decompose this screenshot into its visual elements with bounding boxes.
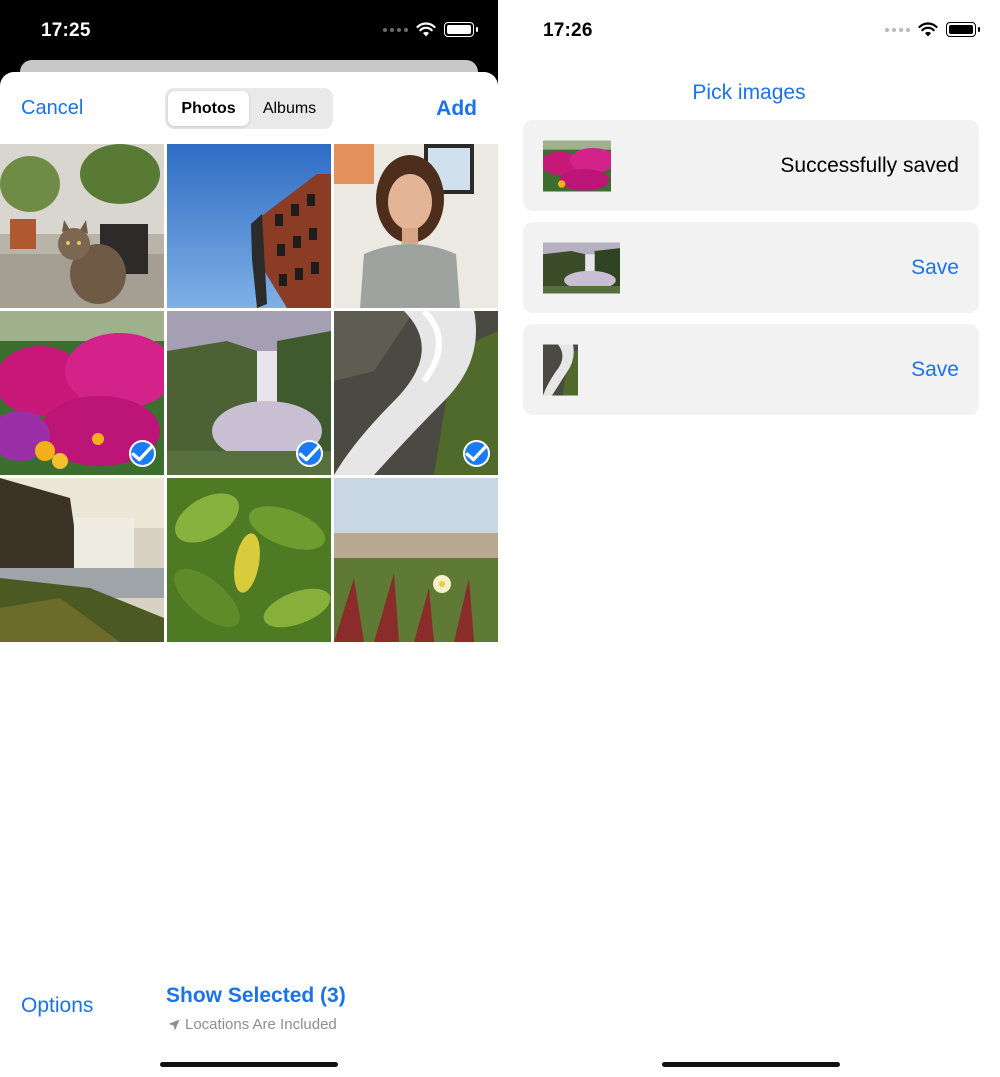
save-button[interactable]: Save	[911, 256, 959, 280]
pick-images-button[interactable]: Pick images	[498, 81, 1000, 105]
home-indicator	[160, 1062, 338, 1067]
results-screen: 17:26 Pick images Successfully saved Sav…	[498, 0, 1000, 1077]
options-button[interactable]: Options	[21, 994, 93, 1018]
location-note: Locations Are Included	[168, 1016, 337, 1033]
location-arrow-icon	[168, 1019, 180, 1030]
photo-grid	[0, 144, 498, 642]
battery-icon	[444, 22, 478, 37]
status-icons	[885, 22, 980, 37]
checkmark-icon	[129, 440, 156, 467]
saved-image-row: Successfully saved	[523, 120, 979, 211]
photo-cell-waterfall-cliff[interactable]	[0, 478, 164, 642]
cancel-button[interactable]: Cancel	[21, 97, 83, 120]
photo-cell-waterfall-valley[interactable]	[167, 311, 331, 475]
signal-dots-icon	[885, 27, 910, 32]
saved-image-row: Save	[523, 222, 979, 313]
home-indicator	[662, 1062, 840, 1067]
tab-photos[interactable]: Photos	[168, 91, 249, 126]
status-time: 17:26	[543, 20, 593, 41]
photo-picker-screen: 17:25 Cancel Photos Albums Add Options S…	[0, 0, 498, 1077]
photo-cell-flowers[interactable]	[0, 311, 164, 475]
checkmark-icon	[296, 440, 323, 467]
saved-image-row: Save	[523, 324, 979, 415]
photos-albums-segmented-control: Photos Albums	[165, 88, 333, 129]
photo-cell-woman[interactable]	[334, 144, 498, 308]
row-thumbnail	[543, 344, 578, 395]
row-status-text: Successfully saved	[780, 153, 959, 177]
show-selected-button[interactable]: Show Selected (3)	[166, 984, 346, 1008]
signal-dots-icon	[383, 27, 408, 32]
battery-icon	[946, 22, 980, 37]
photo-cell-building[interactable]	[167, 144, 331, 308]
wifi-icon	[918, 22, 938, 37]
row-thumbnail	[543, 242, 620, 293]
photo-cell-leaves[interactable]	[167, 478, 331, 642]
photo-cell-waterfall-closeup[interactable]	[334, 311, 498, 475]
status-time: 17:25	[41, 20, 91, 41]
photo-cell-cat[interactable]	[0, 144, 164, 308]
wifi-icon	[416, 22, 436, 37]
picker-sheet: Cancel Photos Albums Add Options Show Se…	[0, 72, 498, 1077]
status-icons	[383, 22, 478, 37]
photo-cell-beach-plants[interactable]	[334, 478, 498, 642]
checkmark-icon	[463, 440, 490, 467]
add-button[interactable]: Add	[436, 97, 477, 121]
tab-albums[interactable]: Albums	[249, 91, 330, 126]
save-button[interactable]: Save	[911, 358, 959, 382]
row-thumbnail	[543, 140, 611, 191]
location-note-text: Locations Are Included	[185, 1016, 337, 1033]
